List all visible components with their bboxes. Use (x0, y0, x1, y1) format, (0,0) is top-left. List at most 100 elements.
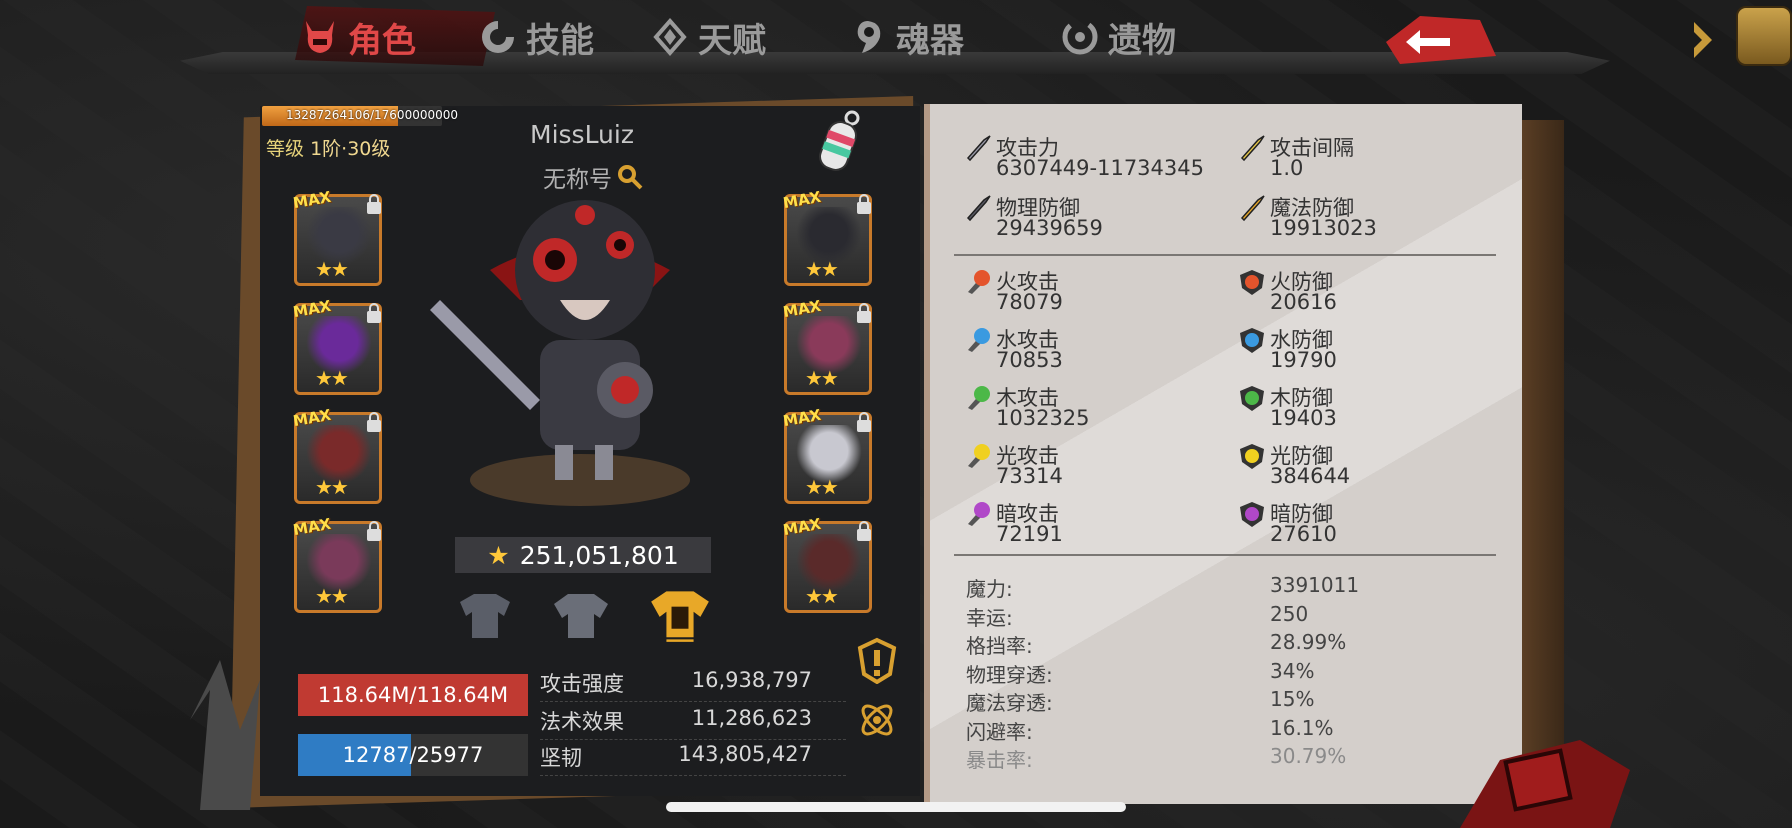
armor-tab-1[interactable] (452, 588, 518, 644)
stat-value: 29439659 (996, 216, 1103, 240)
misc-stat-row: 闪避率: 16.1% (966, 716, 1466, 744)
power-value: 251,051,801 (519, 540, 679, 570)
stat-fire-attack: 火攻击 78079 (964, 264, 1204, 320)
stat-water-defense: 水防御 19790 (1238, 322, 1478, 378)
warning-shield-icon[interactable] (856, 636, 898, 684)
stat-value: 11,286,623 (691, 706, 812, 730)
lock-icon (855, 411, 873, 433)
panel-scroll-edge (1522, 120, 1564, 800)
misc-stat-row: 暴击率: 30.79% (966, 744, 1466, 772)
misc-stat-row: 物理穿透: 34% (966, 659, 1466, 687)
stat-value: 70853 (996, 348, 1063, 372)
thorn-deco (190, 660, 260, 810)
skill-swirl-icon (482, 21, 514, 53)
equip-slot-right-spiked-claw[interactable]: MAX ★★ (782, 515, 873, 613)
lock-icon (855, 193, 873, 215)
water-defense-icon (1238, 326, 1266, 354)
tab-label: 角色 (348, 20, 416, 61)
stat-attack-power: 攻击强度 16,938,797 (540, 668, 846, 702)
tab-label: 技能 (526, 20, 594, 61)
lock-icon (365, 411, 383, 433)
chevron-right-icon[interactable] (1690, 18, 1716, 62)
hp-bar: 118.64M/118.64M (298, 674, 528, 716)
equip-slot-right-tentacle-ring[interactable]: MAX ★★ (782, 297, 873, 395)
lock-icon (855, 520, 873, 542)
stat-dark-defense: 暗防御 27610 (1238, 496, 1478, 552)
stat-value: 6307449-11734345 (996, 156, 1204, 180)
stat-dark-attack: 暗攻击 72191 (964, 496, 1204, 552)
wood-attack-icon (964, 384, 992, 412)
stat-value: 78079 (996, 290, 1063, 314)
fire-attack-icon (964, 268, 992, 296)
tab-skills[interactable]: 技能 (478, 14, 594, 61)
combat-power: ★ 251,051,801 (455, 537, 711, 573)
sword-speed-icon (1238, 134, 1266, 162)
stats-divider (954, 554, 1496, 556)
stat-value: 30.79% (1270, 744, 1347, 768)
misc-stat-row: 魔力: 3391011 (966, 573, 1466, 601)
stat-label: 攻击强度 (540, 672, 624, 696)
magic-hammer-icon (1238, 194, 1266, 222)
lock-icon (365, 520, 383, 542)
dark-defense-icon (1238, 500, 1266, 528)
tab-talent[interactable]: 天赋 (650, 14, 766, 61)
stat-water-attack: 水攻击 70853 (964, 322, 1204, 378)
star-rating: ★★ (315, 366, 349, 390)
stat-toughness: 坚韧 143,805,427 (540, 742, 846, 776)
stat-label: 魔法穿透: (966, 691, 1053, 715)
stat-label: 坚韧 (540, 746, 582, 770)
stat-value: 28.99% (1270, 630, 1347, 654)
lock-icon (855, 302, 873, 324)
equip-slot-left-skull-helmet[interactable]: MAX ★★ (292, 188, 383, 286)
star-rating: ★★ (315, 257, 349, 281)
home-indicator[interactable] (666, 802, 1126, 812)
stat-value: 250 (1270, 601, 1309, 626)
potion-icon[interactable] (808, 108, 864, 184)
lock-icon (365, 193, 383, 215)
star-rating: ★★ (315, 475, 349, 499)
atom-icon[interactable] (856, 696, 898, 744)
wood-defense-icon (1238, 384, 1266, 412)
top-tab-bar: 角色 技能 天赋 魂器 遗物 (180, 0, 1610, 92)
misc-stat-row: 魔法穿透: 15% (966, 687, 1466, 715)
equip-slot-right-silver-boots[interactable]: MAX ★★ (782, 406, 873, 504)
back-button[interactable] (1380, 12, 1500, 68)
stat-label: 魔力: (966, 577, 1013, 601)
stat-value: 34% (1270, 658, 1315, 683)
soul-gem-icon (857, 21, 881, 53)
stat-value: 3391011 (1270, 573, 1360, 597)
dark-attack-icon (964, 500, 992, 528)
stat-value: 73314 (996, 464, 1063, 488)
tab-label: 天赋 (698, 20, 766, 61)
player-name: MissLuiz (530, 120, 634, 149)
equip-slot-right-spiked-gauntlet[interactable]: MAX ★★ (782, 188, 873, 286)
armor-tab-2[interactable] (548, 588, 614, 644)
tab-label: 魂器 (896, 20, 964, 61)
stat-label: 法术效果 (540, 710, 624, 734)
equip-slot-left-purple-cape[interactable]: MAX ★★ (292, 297, 382, 395)
stat-label: 物理穿透: (966, 662, 1053, 687)
tab-soul-vessel[interactable]: 魂器 (848, 14, 964, 61)
tab-relics[interactable]: 遗物 (1060, 14, 1176, 61)
equip-slot-left-red-eye-armor[interactable]: MAX ★★ (292, 406, 383, 504)
equip-slot-left-claw-weapon[interactable]: MAX ★★ (292, 515, 383, 613)
stat-magic-hammer: 魔法防御 19913023 (1238, 190, 1478, 246)
armor-tab-3[interactable] (642, 588, 718, 644)
level-label: 等级 1阶·30级 (266, 134, 390, 161)
tab-label: 遗物 (1108, 20, 1176, 61)
star-rating: ★★ (805, 257, 839, 281)
stat-spell-effect: 法术效果 11,286,623 (540, 706, 846, 740)
stat-wood-attack: 木攻击 1032325 (964, 380, 1204, 436)
mp-text: 12787/25977 (342, 743, 484, 767)
stat-value: 15% (1270, 687, 1315, 711)
hp-text: 118.64M/118.64M (317, 683, 509, 707)
sword-icon (964, 134, 992, 162)
treasure-chest-icon[interactable] (1736, 6, 1792, 66)
misc-stat-row: 格挡率: 28.99% (966, 630, 1466, 658)
tab-character[interactable]: 角色 (300, 14, 416, 61)
light-defense-icon (1238, 442, 1266, 470)
stat-label: 格挡率: (966, 634, 1033, 658)
exp-text: 13287264106/17600000000 (286, 108, 459, 122)
star-rating: ★★ (805, 366, 839, 390)
cube-deco-icon[interactable] (1440, 730, 1640, 828)
